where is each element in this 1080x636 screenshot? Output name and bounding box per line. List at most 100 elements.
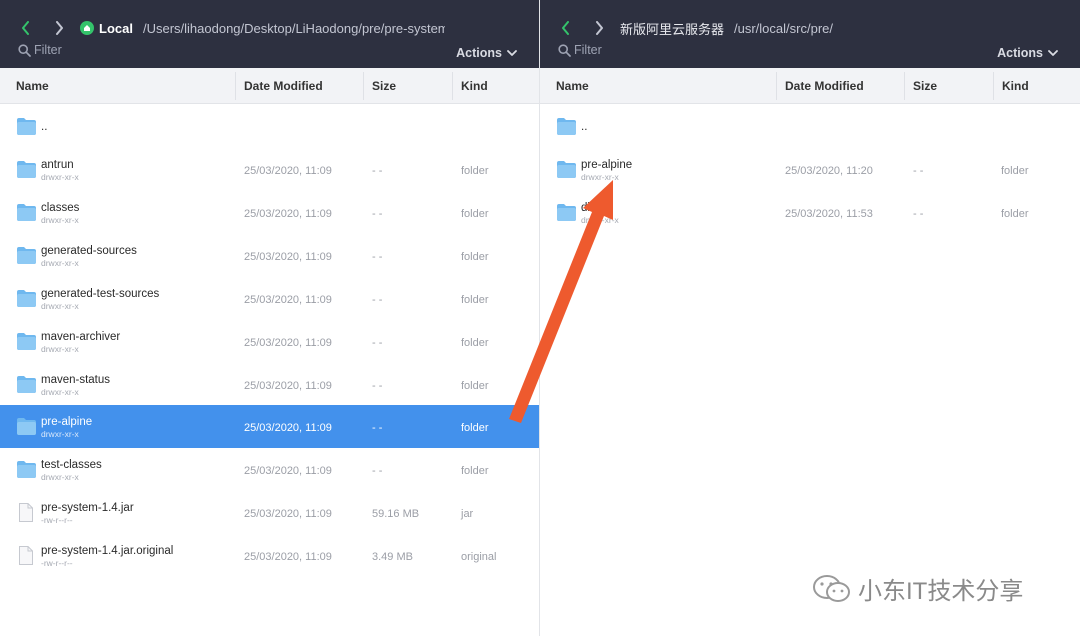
column-kind[interactable]: Kind (452, 68, 539, 104)
folder-icon (17, 290, 36, 307)
file-name: pre-system-1.4.jar (41, 502, 134, 514)
column-header: Name Date Modified Size Kind (540, 68, 1080, 104)
file-size: - - (372, 165, 383, 177)
file-size: - - (372, 294, 383, 306)
right-toolbar: 新版阿里云服务器 /usr/local/src/pre/ Actions (540, 0, 1080, 68)
file-kind: folder (461, 251, 489, 263)
right-file-pane: 新版阿里云服务器 /usr/local/src/pre/ Actions Nam… (540, 0, 1080, 636)
file-kind: folder (461, 294, 489, 306)
file-permissions: drwxr-xr-x (41, 301, 79, 311)
back-button[interactable] (18, 19, 32, 37)
file-permissions: -rw-r--r-- (41, 558, 73, 568)
column-kind[interactable]: Kind (993, 68, 1080, 104)
file-size: - - (372, 380, 383, 392)
file-date: 25/03/2020, 11:09 (244, 422, 332, 434)
file-permissions: drwxr-xr-x (41, 215, 79, 225)
chevron-right-icon (595, 21, 603, 35)
path-breadcrumb[interactable]: 新版阿里云服务器 /usr/local/src/pre/ (620, 19, 986, 37)
file-permissions: drwxr-xr-x (41, 258, 79, 268)
list-item[interactable]: generated-test-sources drwxr-xr-x 25/03/… (0, 277, 539, 320)
folder-icon (17, 333, 36, 350)
list-item[interactable]: antrun drwxr-xr-x 25/03/2020, 11:09 - - … (0, 148, 539, 191)
left-file-pane: Local /Users/lihaodong/Desktop/LiHaodong… (0, 0, 540, 636)
list-item[interactable]: maven-status drwxr-xr-x 25/03/2020, 11:0… (0, 363, 539, 406)
file-date: 25/03/2020, 11:09 (244, 165, 332, 177)
file-size: - - (372, 208, 383, 220)
filter-box[interactable] (558, 43, 694, 57)
file-permissions: drwxr-xr-x (41, 387, 79, 397)
file-size: - - (372, 465, 383, 477)
file-kind: folder (461, 337, 489, 349)
column-size[interactable]: Size (904, 68, 993, 104)
folder-icon (17, 247, 36, 264)
list-item[interactable]: maven-archiver drwxr-xr-x 25/03/2020, 11… (0, 320, 539, 363)
back-button[interactable] (558, 19, 572, 37)
file-permissions: drwxr-xr-x (41, 472, 79, 482)
file-kind: folder (461, 165, 489, 177)
left-toolbar: Local /Users/lihaodong/Desktop/LiHaodong… (0, 0, 539, 68)
file-kind: folder (461, 465, 489, 477)
wechat-logo (813, 574, 850, 602)
file-kind: folder (1001, 165, 1029, 177)
folder-icon (17, 461, 36, 478)
file-date: 25/03/2020, 11:09 (244, 251, 332, 263)
filter-input[interactable] (574, 43, 694, 57)
search-icon (558, 43, 571, 57)
list-item-selected[interactable]: pre-alpine drwxr-xr-x 25/03/2020, 11:09 … (0, 405, 539, 448)
list-item[interactable]: test-classes drwxr-xr-x 25/03/2020, 11:0… (0, 448, 539, 491)
list-item-parent-dir[interactable]: .. (0, 105, 539, 148)
file-name: maven-status (41, 374, 111, 386)
column-name[interactable]: Name (540, 68, 776, 104)
column-name[interactable]: Name (0, 68, 235, 104)
list-item[interactable]: pre-system-1.4.jar -rw-r--r-- 25/03/2020… (0, 491, 539, 534)
file-size: - - (372, 422, 383, 434)
file-name: .. (41, 121, 48, 133)
file-date: 25/03/2020, 11:09 (244, 508, 332, 520)
current-path: /Users/lihaodong/Desktop/LiHaodong/pre/p… (142, 20, 445, 36)
file-date: 25/03/2020, 11:09 (244, 380, 332, 392)
file-name: test-classes (41, 459, 102, 471)
list-item[interactable]: pre-alpine drwxr-xr-x 25/03/2020, 11:20 … (540, 148, 1080, 191)
file-kind: folder (461, 422, 489, 434)
column-date-modified[interactable]: Date Modified (776, 68, 904, 104)
file-date: 25/03/2020, 11:09 (244, 337, 332, 349)
folder-icon (557, 118, 576, 135)
file-name: pre-system-1.4.jar.original (41, 545, 174, 557)
file-kind: folder (1001, 208, 1029, 220)
list-item[interactable]: pre-system-1.4.jar.original -rw-r--r-- 2… (0, 534, 539, 577)
list-item-parent-dir[interactable]: .. (540, 105, 1080, 148)
forward-button[interactable] (592, 19, 606, 37)
watermark: 小东IT技术分享 (812, 571, 1023, 606)
chevron-right-icon (55, 21, 63, 35)
filter-input[interactable] (34, 43, 154, 57)
search-icon (18, 43, 31, 57)
list-item[interactable]: generated-sources drwxr-xr-x 25/03/2020,… (0, 234, 539, 277)
folder-icon (557, 161, 576, 178)
forward-button[interactable] (52, 19, 66, 37)
chevron-down-icon (507, 49, 517, 56)
column-header: Name Date Modified Size Kind (0, 68, 539, 104)
filter-box[interactable] (18, 43, 154, 57)
file-size: - - (913, 165, 924, 177)
actions-label: Actions (997, 46, 1043, 60)
server-name: 新版阿里云服务器 (620, 21, 725, 37)
list-item[interactable]: classes drwxr-xr-x 25/03/2020, 11:09 - -… (0, 191, 539, 234)
current-path: /usr/local/src/pre/ (734, 20, 833, 36)
file-size: 59.16 MB (372, 508, 420, 520)
path-breadcrumb[interactable]: Local /Users/lihaodong/Desktop/LiHaodong… (80, 19, 445, 37)
list-item[interactable]: dist drwxr-xr-x 25/03/2020, 11:53 - - fo… (540, 191, 1080, 234)
actions-menu-button[interactable]: Actions (456, 46, 517, 60)
file-date: 25/03/2020, 11:09 (244, 465, 332, 477)
chevron-left-icon (561, 21, 569, 35)
file-icon (19, 503, 33, 522)
file-permissions: drwxr-xr-x (581, 172, 619, 182)
file-size: 3.49 MB (372, 551, 413, 563)
file-size: - - (372, 251, 383, 263)
actions-menu-button[interactable]: Actions (997, 46, 1058, 60)
column-date-modified[interactable]: Date Modified (235, 68, 363, 104)
column-size[interactable]: Size (363, 68, 452, 104)
file-permissions: drwxr-xr-x (41, 429, 79, 439)
watermark-text: 小东IT技术分享 (858, 578, 1024, 605)
folder-icon (17, 204, 36, 221)
file-name: generated-test-sources (41, 288, 160, 300)
